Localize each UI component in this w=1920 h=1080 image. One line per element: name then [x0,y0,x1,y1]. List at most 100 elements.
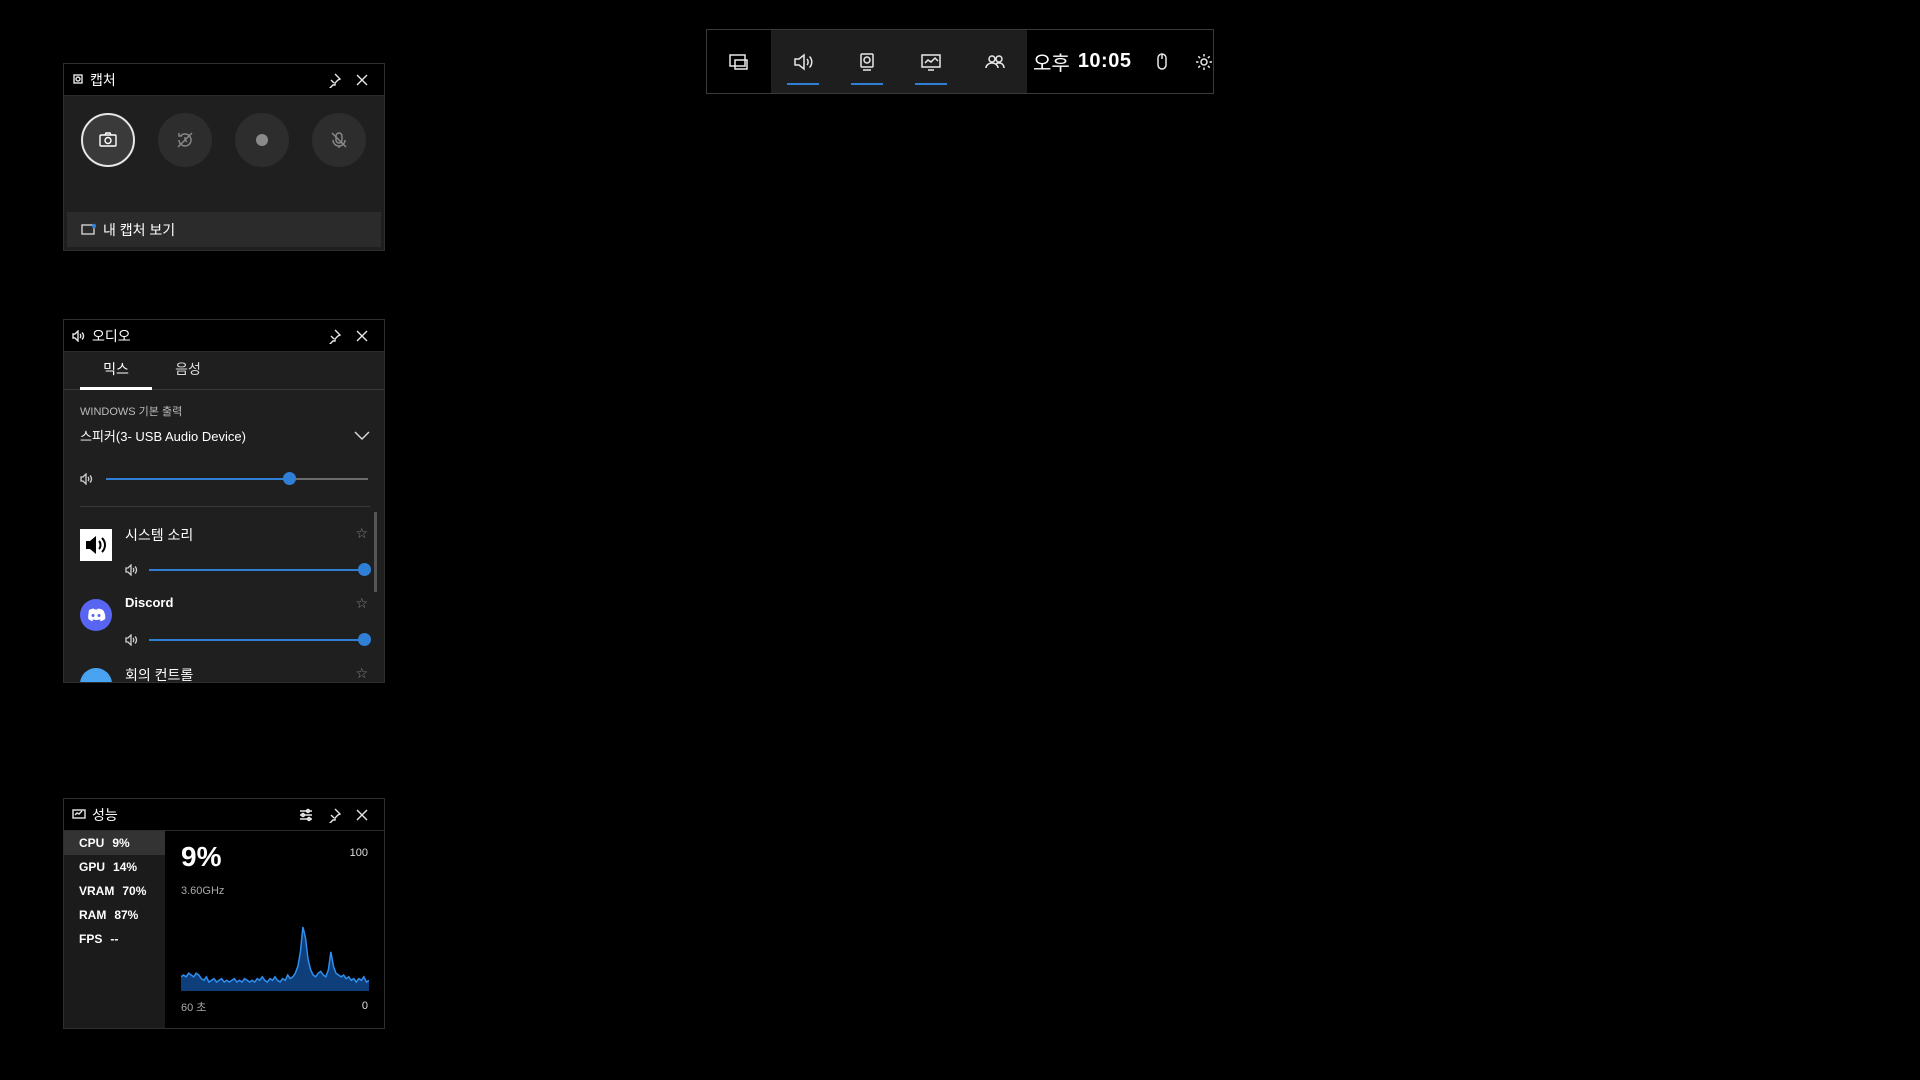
graph-min-label: 0 [361,1000,368,1012]
slider-thumb[interactable] [283,472,297,485]
app-name: Discord [125,595,174,610]
view-captures-label: 내 캡처 보기 [103,221,176,238]
metric-fps[interactable]: FPS -- [64,927,165,951]
app-name: 시스템 소리 [125,527,194,543]
app-name: 회의 컨트롤 [125,667,194,683]
audio-widget: 오디오 믹스 음성 WINDOWS 기본 출력 스피커(3- USB Audio… [63,319,385,683]
capture-header[interactable]: 캡처 [64,64,384,96]
performance-detail: 9% 3.60GHz 100 0 60 초 [165,831,384,1028]
scrollbar[interactable] [374,512,377,592]
app-volume-icon [125,563,139,581]
cpu-big-value: 9% [181,841,222,872]
graph-max-label: 100 [349,847,368,859]
slider-fill [106,478,290,480]
meeting-icon [80,668,112,682]
pin-icon [329,329,342,344]
app-volume-icon [125,633,139,651]
metric-vram[interactable]: VRAM 70% [64,879,165,903]
cpu-usage-graph [181,926,369,991]
gamebar-left-segment [707,30,771,93]
audio-header[interactable]: 오디오 [64,320,384,352]
widget-menu-button[interactable] [707,30,771,93]
favorite-star-icon[interactable]: ☆ [355,525,368,542]
close-button[interactable] [348,66,376,94]
social-widget-button[interactable] [963,30,1027,93]
metric-cpu[interactable]: CPU 9% [64,831,165,855]
master-volume-icon [80,472,94,490]
slider-thumb[interactable] [358,633,371,646]
mic-off-icon [331,132,347,148]
pin-button[interactable] [320,801,348,829]
speaker-icon [80,529,112,561]
speaker-small-icon [72,329,85,342]
close-button[interactable] [348,801,376,829]
record-last-button[interactable] [158,113,212,167]
metric-ram[interactable]: RAM 87% [64,903,165,927]
metric-gpu[interactable]: GPU 14% [64,855,165,879]
pin-button[interactable] [320,66,348,94]
capture-icon [860,52,874,71]
performance-title: 성능 [92,806,118,823]
slider-fill [149,639,364,641]
view-captures-button[interactable]: 내 캡처 보기 [67,212,381,247]
performance-widget: 성능 CPU 9% GPU 14% VRAM 70% RAM 87% FPS -- 9% … [63,798,385,1029]
favorite-star-icon[interactable]: ☆ [355,665,368,682]
clock-time: 10:05 [1077,50,1132,72]
camera-icon [99,132,117,147]
clock: 오후 10:05 [1033,47,1131,76]
social-icon [985,54,1005,68]
performance-header[interactable]: 성능 [64,799,384,831]
graph-timespan-label: 60 초 [181,1002,207,1014]
close-icon [356,809,368,820]
tab-voice[interactable]: 음성 [152,352,224,389]
gear-icon [1196,53,1213,70]
favorite-star-icon[interactable]: ☆ [355,595,368,612]
audio-body: WINDOWS 기본 출력 스피커(3- USB Audio Device) 시… [64,390,384,683]
output-device-dropdown[interactable]: 스피커(3- USB Audio Device) [80,426,370,445]
speaker-icon [794,52,813,71]
performance-icon [921,53,941,71]
audio-widget-button[interactable] [771,30,835,93]
pin-icon [329,808,342,823]
performance-small-icon [72,808,86,819]
clock-ampm: 오후 [1033,53,1070,75]
app-volume-slider[interactable] [149,633,371,646]
tab-mix[interactable]: 믹스 [80,352,152,390]
gallery-icon [81,223,97,235]
cpu-graph-line [181,926,369,984]
settings-button[interactable] [1183,30,1225,93]
slider-thumb[interactable] [358,563,371,576]
output-section-label: WINDOWS 기본 출력 [80,406,183,418]
gamebar-widgets-segment [771,30,1027,93]
gamebar-right-segment: 오후 10:05 [1027,30,1225,93]
slider-fill [149,569,364,571]
record-icon [256,134,268,146]
app-volume-slider[interactable] [149,563,371,576]
discord-icon [80,599,112,631]
output-device-label: 스피커(3- USB Audio Device) [80,429,246,444]
pin-icon [329,73,342,88]
capture-small-icon [73,73,83,84]
master-volume-slider[interactable] [106,472,368,485]
mic-toggle-button[interactable] [312,113,366,167]
widget-menu-icon [729,53,748,70]
audio-title: 오디오 [92,327,131,344]
capture-widget-button[interactable] [835,30,899,93]
close-icon [356,74,368,85]
audio-tabs: 믹스 음성 [64,352,384,390]
mouse-button[interactable] [1141,30,1183,93]
game-bar: 오후 10:05 [706,29,1214,94]
pin-button[interactable] [320,322,348,350]
sliders-icon [300,808,312,821]
record-button[interactable] [235,113,289,167]
history-icon [177,132,193,148]
chevron-down-icon [354,431,370,440]
screenshot-button[interactable] [81,113,135,167]
metrics-list: CPU 9% GPU 14% VRAM 70% RAM 87% FPS -- [64,831,165,1028]
close-icon [356,330,368,341]
mouse-icon [1157,52,1168,70]
capture-widget: 캡처 내 캡처 보기 [63,63,385,251]
close-button[interactable] [348,322,376,350]
options-button[interactable] [292,801,320,829]
performance-widget-button[interactable] [899,30,963,93]
